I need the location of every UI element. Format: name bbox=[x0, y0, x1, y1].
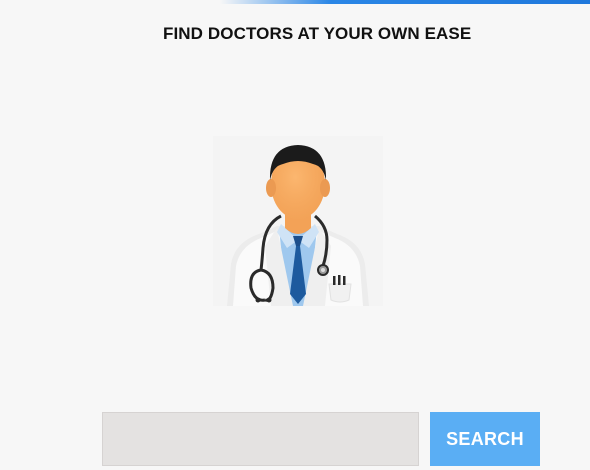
doctor-illustration bbox=[213, 136, 383, 306]
page: FIND DOCTORS AT YOUR OWN EASE SEARCH bbox=[0, 0, 590, 470]
doctor-avatar-icon bbox=[213, 136, 383, 306]
search-button[interactable]: SEARCH bbox=[430, 412, 540, 466]
search-input[interactable] bbox=[102, 412, 419, 466]
top-accent-bar bbox=[220, 0, 590, 4]
page-title: FIND DOCTORS AT YOUR OWN EASE bbox=[163, 24, 472, 43]
